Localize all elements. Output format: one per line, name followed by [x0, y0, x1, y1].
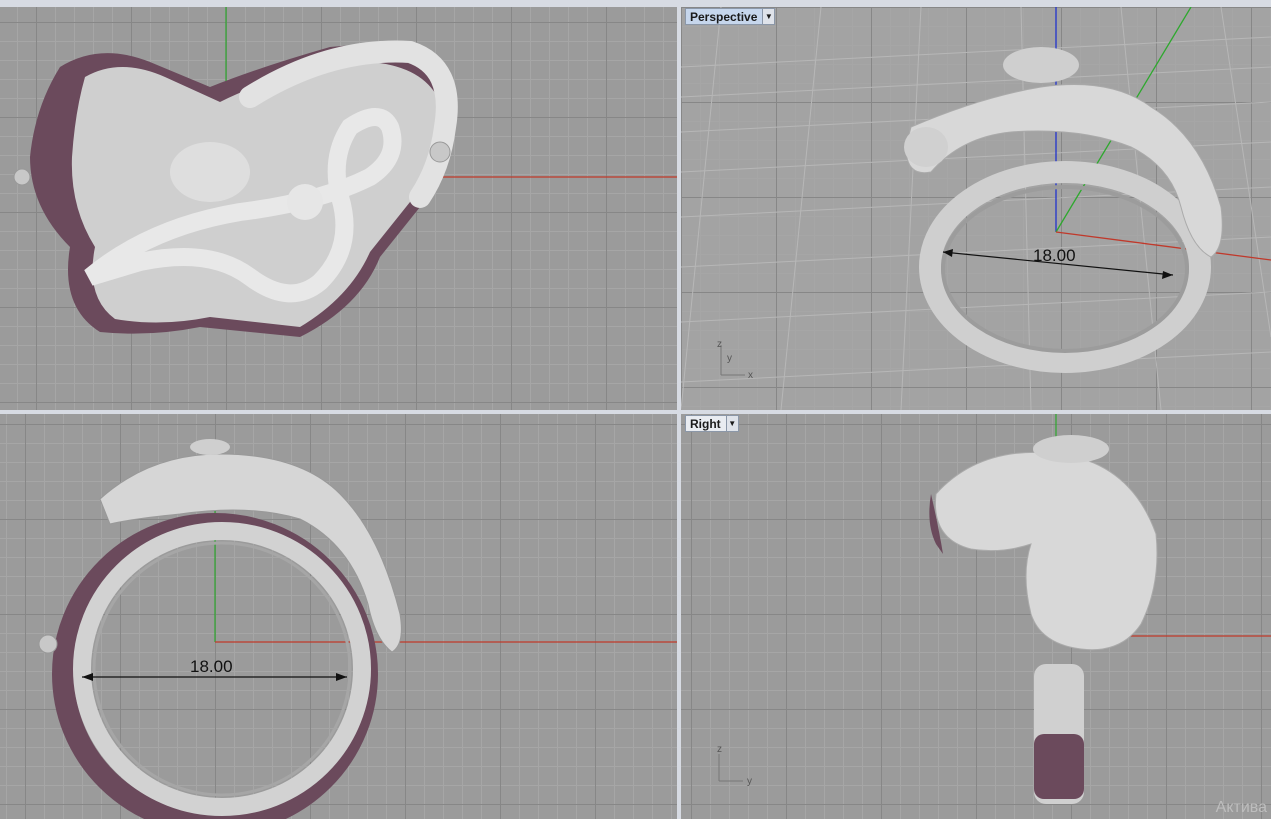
viewport-tab-perspective[interactable]: Perspective ▼ [685, 8, 776, 25]
perspective-viewport-scene: 18.00 z y x [681, 7, 1271, 410]
chevron-down-icon[interactable]: ▼ [762, 9, 775, 24]
viewport-tab-right[interactable]: Right ▼ [685, 415, 739, 432]
gizmo-z-label: z [717, 744, 722, 755]
axis-gizmo: z y [717, 744, 752, 787]
right-viewport[interactable]: z y Right ▼ Актива [681, 414, 1271, 819]
gizmo-z-label: z [717, 339, 722, 350]
right-viewport-scene: z y [717, 414, 1271, 804]
perspective-viewport[interactable]: 18.00 z y x Perspective ▼ [681, 7, 1271, 410]
dimension-label: 18.00 [1033, 246, 1076, 265]
dimension-front: 18.00 [82, 657, 347, 681]
dimension-label: 18.00 [190, 657, 233, 676]
front-viewport[interactable]: 18.00 [0, 414, 677, 819]
top-viewport[interactable] [0, 7, 677, 410]
gizmo-x-label: x [748, 370, 753, 381]
gizmo-y-label: y [747, 776, 752, 787]
front-viewport-scene: 18.00 [38, 439, 677, 819]
gizmo-y-label: y [727, 353, 732, 364]
ring-model-front [38, 439, 402, 819]
chevron-down-icon[interactable]: ▼ [725, 416, 738, 431]
ring-model-perspective [904, 47, 1223, 373]
viewport-tab-label: Perspective [690, 9, 758, 24]
ring-model-top [13, 40, 458, 337]
viewport-tab-label: Right [690, 416, 721, 431]
dimension-perspective: 18.00 [942, 246, 1174, 279]
top-viewport-scene [13, 7, 677, 337]
activation-watermark: Актива [1215, 799, 1267, 816]
ring-model-right [929, 435, 1158, 804]
axis-gizmo: z y x [717, 339, 753, 381]
